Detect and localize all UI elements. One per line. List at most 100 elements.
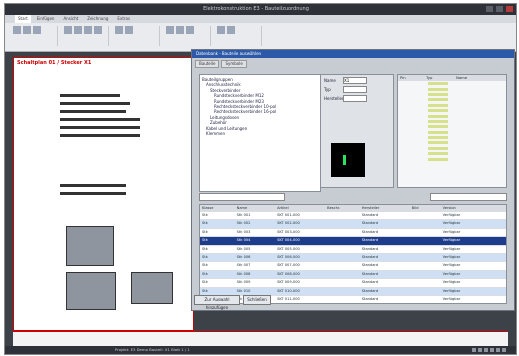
table-cell xyxy=(410,229,441,236)
table-row[interactable]: Stk Stk 006 SKT 006-000 Standard Verfügbar xyxy=(200,253,506,263)
pin-type-swatch xyxy=(428,125,448,129)
tab-parts[interactable]: Bauteile xyxy=(195,60,220,68)
ribbon-tab-insert[interactable]: Einfügen xyxy=(34,15,58,23)
status-icon[interactable] xyxy=(502,348,506,352)
name-field[interactable]: X1 xyxy=(343,77,367,84)
table-row[interactable]: Stk Stk 008 SKT 008-000 Standard Verfügbar xyxy=(200,270,506,280)
close-button[interactable] xyxy=(506,6,513,12)
tool-icon[interactable] xyxy=(217,26,225,34)
table-row[interactable]: Stk Stk 002 SKT 002-000 Standard Verfügbar xyxy=(200,220,506,229)
table-cell: Verfügbar xyxy=(442,280,461,285)
tool-icon[interactable] xyxy=(227,26,235,34)
ribbon-tab-tools[interactable]: Extras xyxy=(114,15,133,23)
table-row[interactable]: Stk Stk 007 SKT 007-000 Standard Verfügbar xyxy=(200,262,506,271)
table-cell: Stk 010 xyxy=(236,288,251,293)
connector-front-view[interactable] xyxy=(66,272,116,310)
status-icon[interactable] xyxy=(478,348,482,352)
pin-line xyxy=(60,94,120,97)
search-input[interactable] xyxy=(199,193,285,201)
grid-col-header[interactable]: Name xyxy=(235,205,275,211)
tool-icon[interactable] xyxy=(166,26,174,34)
properties-panel: Name X1 Typ Hersteller xyxy=(320,74,394,188)
grid-col-header[interactable]: Hersteller xyxy=(360,205,410,211)
manufacturer-field[interactable] xyxy=(343,95,367,102)
table-cell: Verfügbar xyxy=(442,271,461,276)
pin-list-item[interactable] xyxy=(398,156,506,161)
connector-side-view[interactable] xyxy=(131,272,173,304)
status-icon[interactable] xyxy=(472,348,476,352)
grid-col-header[interactable]: Bild xyxy=(410,205,441,211)
table-cell: Stk xyxy=(202,229,208,234)
tool-icon[interactable] xyxy=(125,26,133,34)
close-dialog-button[interactable]: Schließen xyxy=(243,295,271,305)
parts-grid[interactable]: Klasse Name Artikel Beschr. Hersteller B… xyxy=(199,204,507,304)
pin-line xyxy=(60,134,140,137)
grid-col-header[interactable]: Klasse xyxy=(200,205,235,211)
table-cell: Standard xyxy=(361,221,379,226)
connector-3d-model[interactable] xyxy=(66,226,114,266)
table-cell: Standard xyxy=(361,296,379,301)
tool-icon[interactable] xyxy=(115,26,123,34)
minimize-button[interactable] xyxy=(486,6,493,12)
table-cell xyxy=(410,279,441,286)
pin-list[interactable]: Pin Typ Name xyxy=(397,74,507,188)
table-row[interactable]: Stk Stk 004 SKT 004-000 Standard Verfügbar xyxy=(200,237,506,246)
filter-input[interactable] xyxy=(430,193,507,201)
ribbon-tab-start[interactable]: Start xyxy=(15,15,31,23)
grid-col-header[interactable]: Version xyxy=(441,205,506,211)
table-cell: SKT 007-000 xyxy=(277,263,300,268)
tool-icon[interactable] xyxy=(13,26,21,34)
type-field[interactable] xyxy=(343,86,367,93)
ribbon-tab-drawing[interactable]: Zeichnung xyxy=(84,15,111,23)
table-cell: Stk 007 xyxy=(236,263,251,268)
table-row[interactable]: Stk Stk 009 SKT 009-000 Standard Verfügbar xyxy=(200,279,506,288)
ribbon-groups xyxy=(5,23,516,49)
tree-item[interactable]: Klemmen xyxy=(202,131,318,136)
maximize-button[interactable] xyxy=(496,6,503,12)
grid-col-header[interactable]: Beschr. xyxy=(325,205,360,211)
tab-symbols[interactable]: Symbole xyxy=(221,60,247,68)
pin-type-swatch xyxy=(428,119,448,123)
type-col-header[interactable]: Typ xyxy=(426,75,456,81)
tool-icon[interactable] xyxy=(23,26,31,34)
table-cell: SKT 002-000 xyxy=(277,221,300,226)
table-cell: Standard xyxy=(361,271,379,276)
grid-header: Klasse Name Artikel Beschr. Hersteller B… xyxy=(200,205,506,212)
add-to-selection-button[interactable]: Zur Auswahl hinzufügen xyxy=(194,295,240,310)
sheet-header: Schaltplan 01 / Stecker X1 xyxy=(17,60,92,66)
tool-icon[interactable] xyxy=(176,26,184,34)
table-cell: Stk xyxy=(202,238,208,243)
tool-icon[interactable] xyxy=(84,26,92,34)
status-icon[interactable] xyxy=(490,348,494,352)
pin-type-swatch xyxy=(428,136,448,140)
table-cell: Standard xyxy=(361,229,379,234)
tool-icon[interactable] xyxy=(186,26,194,34)
table-row[interactable]: Stk Stk 003 SKT 003-000 Standard Verfügbar xyxy=(200,229,506,238)
tool-icon[interactable] xyxy=(64,26,72,34)
table-cell: Stk 008 xyxy=(236,271,251,276)
status-icon[interactable] xyxy=(484,348,488,352)
pin-type-swatch xyxy=(428,146,448,150)
table-row[interactable]: Stk Stk 001 SKT 001-000 Standard Verfügbar xyxy=(200,212,506,221)
tool-icon[interactable] xyxy=(74,26,82,34)
name-col-header[interactable]: Name xyxy=(456,75,496,81)
table-row[interactable]: Stk Stk 005 SKT 005-000 Standard Verfügbar xyxy=(200,246,506,254)
table-cell: Standard xyxy=(361,246,379,251)
table-cell: Verfügbar xyxy=(442,288,461,293)
pin-line xyxy=(60,118,140,121)
category-tree[interactable]: Bauteilgruppen Anschlusstechnik Steckver… xyxy=(199,74,321,192)
pin-type-swatch xyxy=(428,87,448,91)
tool-icon[interactable] xyxy=(94,26,102,34)
tool-icon[interactable] xyxy=(33,26,41,34)
table-cell xyxy=(325,288,360,295)
status-icon[interactable] xyxy=(496,348,500,352)
ribbon-tab-view[interactable]: Ansicht xyxy=(60,15,81,23)
pin-line xyxy=(60,102,130,105)
pin-col-header[interactable]: Pin xyxy=(398,75,426,81)
table-cell: Stk 005 xyxy=(236,246,251,251)
grid-col-header[interactable]: Artikel xyxy=(275,205,325,211)
table-cell: Stk 002 xyxy=(236,221,251,226)
pin-type-swatch xyxy=(428,82,448,86)
table-cell xyxy=(325,212,360,219)
schematic-sheet[interactable]: Schaltplan 01 / Stecker X1 xyxy=(13,57,194,331)
